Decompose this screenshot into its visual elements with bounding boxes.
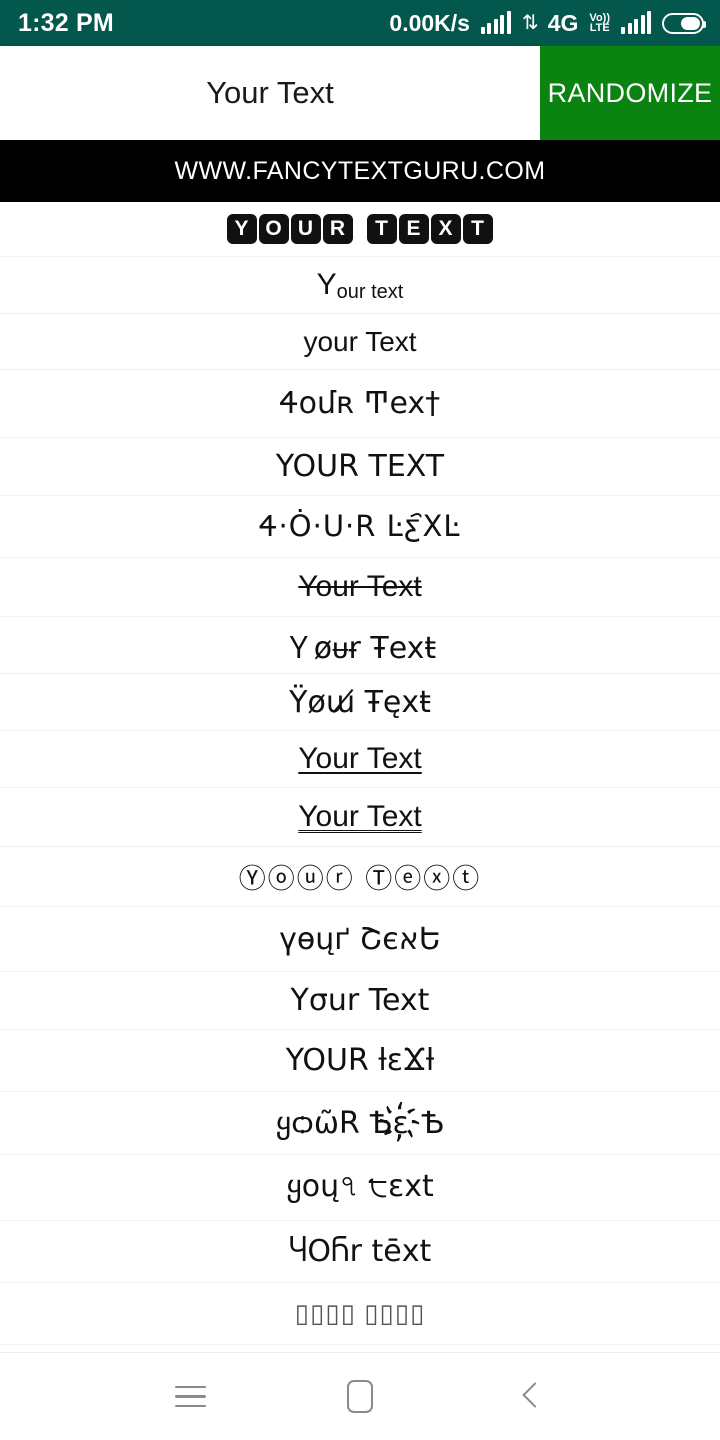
result-text: Ÿøɯ̸ Ŧęxŧ	[289, 684, 431, 720]
battery-fill	[681, 16, 700, 30]
ad-banner[interactable]: WWW.FANCYTEXTGURU.COM	[0, 140, 720, 202]
result-row[interactable]: үөųґ ՇєאԵ	[0, 907, 720, 972]
menu-icon	[174, 1385, 206, 1408]
result-row[interactable]: ყѻῶR Ѣɛ҉Ѣ	[0, 1092, 720, 1155]
ad-banner-text: WWW.FANCYTEXTGURU.COM	[174, 156, 546, 185]
result-text: Ꮞ·Ȯ·U·R Ŀƹ҄ΧĿ	[259, 509, 461, 543]
result-text: YOUR TEXT	[275, 449, 445, 484]
result-row[interactable]: Your Text	[0, 558, 720, 617]
result-row[interactable]: your Text	[0, 314, 720, 370]
nav-home-button[interactable]	[330, 1367, 390, 1427]
randomize-button[interactable]: RANDOMIZE	[540, 46, 720, 140]
network-type-label: 4G	[547, 9, 579, 36]
result-row[interactable]: Yσur Text	[0, 972, 720, 1030]
result-text: YOUR ƚɛϪƚ	[285, 1043, 435, 1078]
boxed-letter: T	[367, 214, 397, 245]
battery-icon	[662, 12, 706, 34]
boxed-letter: T	[463, 214, 493, 245]
signal-strength-icon-2	[621, 11, 651, 34]
result-subscript-text: our text	[336, 281, 404, 303]
back-chevron-icon	[515, 1382, 545, 1412]
result-text: Ⓨⓞⓤⓡ Ⓣⓔⓧⓣ	[238, 864, 482, 895]
boxed-letter: X	[431, 214, 461, 245]
result-row[interactable]: Your Text	[0, 788, 720, 847]
android-nav-bar	[0, 1352, 720, 1440]
result-text: Ꮞoմʀ Ͳex†	[279, 386, 441, 421]
signal-strength-icon-1	[480, 11, 511, 34]
result-row[interactable]: Ⓨⓞⓤⓡ Ⓣⓔⓧⓣ	[0, 847, 720, 907]
result-row[interactable]: YOUR TEXT	[0, 438, 720, 496]
result-text: Your Text	[298, 800, 422, 833]
result-row[interactable]: ▯▯▯▯ ▯▯▯▯	[0, 1283, 720, 1345]
home-icon	[347, 1380, 373, 1413]
result-text: your Text	[303, 325, 417, 357]
result-row[interactable]: Your text	[0, 257, 720, 314]
volte-icon: Vo)) LTE	[589, 13, 610, 34]
data-transfer-icon: ⇅	[521, 12, 539, 34]
boxed-letter: R	[323, 214, 353, 245]
results-list[interactable]: Y O U R T E X T Your text your Text Ꮞoմʀ Ͳex† YOUR …	[0, 202, 720, 1352]
input-toolbar: RANDOMIZE	[0, 46, 720, 140]
result-lead-char: Y	[316, 268, 337, 301]
nav-back-button[interactable]	[500, 1367, 560, 1427]
result-row[interactable]: ყoų৭ ੮ɛxt	[0, 1155, 720, 1221]
result-row[interactable]: Ꮞ·Ȯ·U·R Ŀƹ҄ΧĿ	[0, 496, 720, 558]
result-text: ყoų৭ ੮ɛxt	[286, 1169, 434, 1204]
result-text: үөųґ ՇєאԵ	[279, 921, 441, 957]
result-row[interactable]: Your Text	[0, 731, 720, 788]
result-text: Your Text	[298, 570, 422, 603]
boxed-letter: U	[291, 214, 321, 245]
result-row[interactable]: YOURTEXT	[0, 202, 720, 257]
result-text: ႷOႬr tēxt	[288, 1234, 432, 1269]
result-row[interactable]: Ｙøᵾɍ Ŧexŧ	[0, 617, 720, 674]
boxed-letter: O	[259, 214, 289, 245]
result-text: Your Text	[298, 742, 422, 775]
result-text: Ｙøᵾɍ Ŧexŧ	[283, 631, 437, 666]
result-text: Your text	[316, 268, 404, 303]
result-text: Yσur Text	[290, 983, 430, 1018]
status-indicators: 0.00K/s ⇅ 4G Vo)) LTE	[389, 9, 706, 37]
status-clock: 1:32 PM	[18, 8, 114, 37]
result-row[interactable]: YOUR ƚɛϪƚ	[0, 1030, 720, 1092]
result-row[interactable]: ႷOႬr tēxt	[0, 1221, 720, 1283]
result-text: ▯▯▯▯ ▯▯▯▯	[294, 1298, 426, 1328]
result-text: ყѻῶR Ѣɛ҉Ѣ	[275, 1105, 445, 1141]
result-text: YOURTEXT	[226, 214, 494, 245]
boxed-letter: Y	[227, 214, 257, 245]
nav-menu-button[interactable]	[160, 1367, 220, 1427]
boxed-letter: E	[399, 214, 429, 245]
result-row[interactable]: Ꮞoմʀ Ͳex†	[0, 370, 720, 438]
text-input[interactable]	[0, 46, 540, 140]
network-speed-text: 0.00K/s	[389, 9, 470, 36]
result-row[interactable]: Ÿøɯ̸ Ŧęxŧ	[0, 674, 720, 731]
status-bar: 1:32 PM 0.00K/s ⇅ 4G Vo)) LTE	[0, 0, 720, 46]
volte-bottom-label: LTE	[589, 22, 610, 34]
